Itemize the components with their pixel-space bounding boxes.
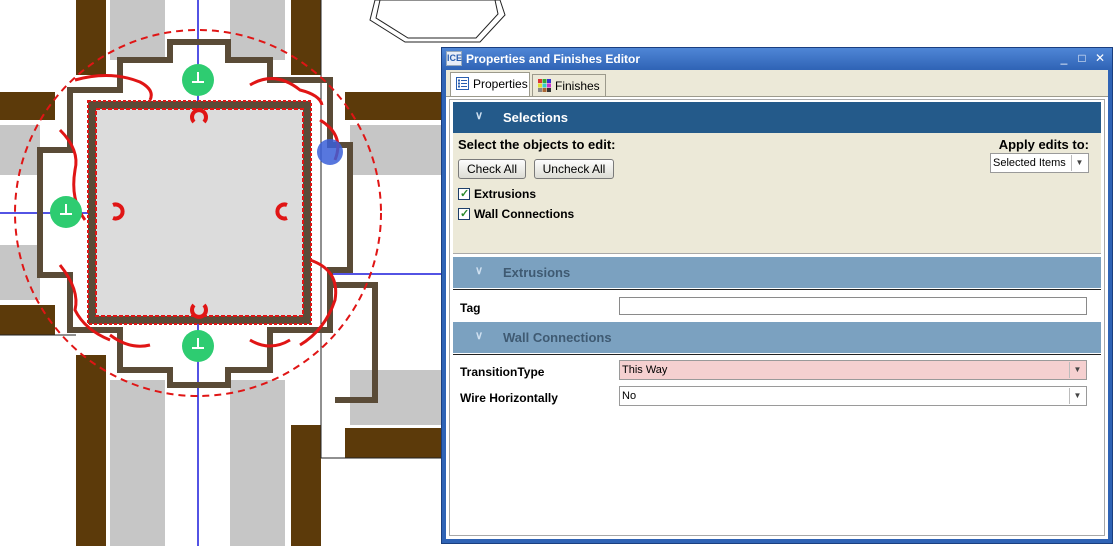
dropdown-arrow-icon[interactable]: ▼ [1071,155,1087,171]
transition-type-value: This Way [622,364,668,376]
properties-finishes-window: ICE Properties and Finishes Editor _ □ ✕… [441,47,1113,544]
apply-edits-label: Apply edits to: [998,137,1089,152]
wire-horizontally-select[interactable]: No ▼ [619,386,1087,406]
extrusions-checkbox[interactable]: ✓ [458,188,470,200]
tab-finishes-label: Finishes [555,79,600,93]
minimize-button[interactable]: _ [1056,51,1072,65]
dropdown-arrow-icon[interactable]: ▼ [1069,362,1085,378]
select-objects-prompt: Select the objects to edit: [458,137,616,152]
wire-horizontally-value: No [622,390,637,402]
close-button[interactable]: ✕ [1092,51,1108,65]
uncheck-all-button[interactable]: Uncheck All [534,159,614,179]
collapse-chevron-icon[interactable]: ∨ [475,264,483,277]
wall-connections-checkbox[interactable]: ✓ [458,208,470,220]
apply-edits-select[interactable]: Selected Items ▼ [990,153,1089,173]
tab-properties-label: Properties [473,77,528,91]
wall-connections-header[interactable]: ∨ Wall Connections [453,322,1101,353]
selections-body: Select the objects to edit: Apply edits … [453,133,1101,254]
tab-properties[interactable]: Properties [450,72,530,96]
selections-title: Selections [503,110,569,125]
maximize-button[interactable]: □ [1074,51,1090,65]
apply-edits-value: Selected Items [993,157,1066,169]
tab-strip: Properties Finishes [446,70,1108,97]
extrusions-title: Extrusions [503,265,571,280]
window-title: Properties and Finishes Editor [466,52,641,66]
transition-type-label: TransitionType [460,365,545,379]
wire-horizontally-label: Wire Horizontally [460,391,558,405]
properties-list-icon [456,77,469,90]
tab-finishes[interactable]: Finishes [532,74,606,96]
color-palette-icon [538,79,551,92]
check-all-button[interactable]: Check All [458,159,526,179]
window-titlebar[interactable]: ICE Properties and Finishes Editor _ □ ✕ [442,48,1112,70]
tag-label: Tag [460,301,481,315]
extrusions-header[interactable]: ∨ Extrusions [453,257,1101,288]
wall-connections-checkbox-label[interactable]: Wall Connections [474,207,574,221]
wall-connections-title: Wall Connections [503,330,612,345]
divider [453,354,1101,355]
window-client-area: Properties Finishes ∨ Selections Select … [446,70,1108,539]
dropdown-arrow-icon[interactable]: ▼ [1069,388,1085,404]
properties-panel: ∨ Selections Select the objects to edit:… [449,99,1105,536]
selections-header[interactable]: ∨ Selections [453,102,1101,133]
extrusions-checkbox-label[interactable]: Extrusions [474,187,536,201]
checkmark-icon: ✓ [460,188,470,200]
app-icon: ICE [446,51,462,66]
transition-type-select[interactable]: This Way ▼ [619,360,1087,380]
tag-input[interactable] [619,297,1087,315]
collapse-chevron-icon[interactable]: ∨ [475,329,483,342]
divider [453,289,1101,290]
collapse-chevron-icon[interactable]: ∨ [475,109,483,122]
checkmark-icon: ✓ [460,208,470,220]
